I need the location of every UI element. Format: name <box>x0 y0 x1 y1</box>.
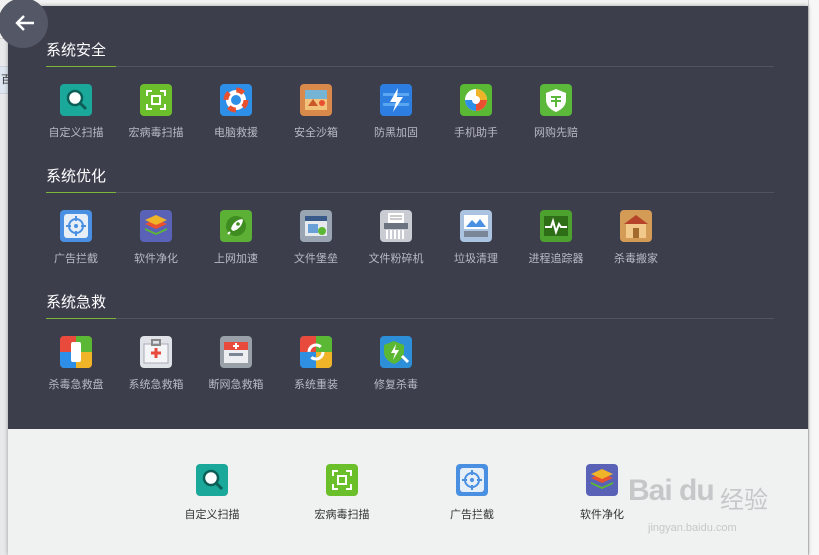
arrow-left-icon <box>15 15 34 31</box>
pulse-icon <box>540 210 572 242</box>
tool-label: 系统重装 <box>294 378 338 391</box>
tool-label: 杀毒急救盘 <box>48 378 104 391</box>
tool-label: 网购先赔 <box>534 126 578 139</box>
tool-label: 宏病毒扫描 <box>128 126 184 139</box>
section-title-optimize: 系统优化 <box>46 167 107 185</box>
ad-block-icon <box>60 210 92 242</box>
house-icon <box>620 210 652 242</box>
tool-label: 上网加速 <box>214 252 258 265</box>
magnifier-icon <box>60 84 92 116</box>
layers-icon <box>140 210 172 242</box>
tool-file-fortress[interactable]: 文件堡垒 <box>276 210 356 266</box>
section-divider-accent <box>46 66 116 67</box>
reinstall-icon <box>300 336 332 368</box>
tool-label: 系统急救箱 <box>128 378 184 391</box>
cleanup-icon <box>460 210 492 242</box>
tools-dark-area: 系统安全 自定义扫描 宏病毒扫描 电脑救援 安全沙箱 防黑加固 手机助手 网购先… <box>0 0 808 429</box>
tool-file-shredder[interactable]: 文件粉碎机 <box>356 210 436 266</box>
first-aid-box-icon <box>140 336 172 368</box>
lightning-shield-icon <box>380 84 412 116</box>
file-fortress-icon <box>300 210 332 242</box>
quick-tool-custom-scan[interactable]: 自定义扫描 <box>172 464 252 522</box>
tool-label: 安全沙箱 <box>294 126 338 139</box>
quick-tool-label: 宏病毒扫描 <box>314 508 370 521</box>
tool-phone-assistant[interactable]: 手机助手 <box>436 84 516 140</box>
tool-label: 广告拦截 <box>54 252 98 265</box>
tool-label: 防黑加固 <box>374 126 418 139</box>
tool-sandbox[interactable]: 安全沙箱 <box>276 84 356 140</box>
tool-label: 垃圾清理 <box>454 252 498 265</box>
usb-drive-icon <box>60 336 92 368</box>
tool-anti-hack[interactable]: 防黑加固 <box>356 84 436 140</box>
tool-label: 进程追踪器 <box>528 252 584 265</box>
quick-tool-label: 广告拦截 <box>450 508 494 521</box>
tool-label: 电脑救援 <box>214 126 258 139</box>
tool-macro-virus-scan[interactable]: 宏病毒扫描 <box>116 84 196 140</box>
tool-system-rescue-box[interactable]: 系统急救箱 <box>116 336 196 392</box>
tools-panel: 系统安全 自定义扫描 宏病毒扫描 电脑救援 安全沙箱 防黑加固 手机助手 网购先… <box>0 0 808 555</box>
watermark-brand: Bai du <box>628 474 715 507</box>
section-divider-accent <box>46 318 116 319</box>
magnifier-icon <box>196 464 228 496</box>
section-divider-accent <box>46 192 116 193</box>
quick-tool-macro-virus-scan[interactable]: 宏病毒扫描 <box>302 464 382 522</box>
shield-green-icon <box>540 84 572 116</box>
tool-label: 断网急救箱 <box>208 378 264 391</box>
tool-label: 文件堡垒 <box>294 252 338 265</box>
watermark-url: jingyan.baidu.com <box>648 522 737 534</box>
tool-system-reinstall[interactable]: 系统重装 <box>276 336 356 392</box>
section-divider <box>46 66 774 67</box>
tool-garbage-cleanup[interactable]: 垃圾清理 <box>436 210 516 266</box>
tool-label: 文件粉碎机 <box>368 252 424 265</box>
tool-process-tracker[interactable]: 进程追踪器 <box>516 210 596 266</box>
section-divider <box>46 318 774 319</box>
tool-label: 手机助手 <box>454 126 498 139</box>
tool-rescue-disk[interactable]: 杀毒急救盘 <box>36 336 116 392</box>
tool-label: 软件净化 <box>134 252 178 265</box>
repair-shield-icon <box>380 336 412 368</box>
quick-tool-label: 自定义扫描 <box>184 508 240 521</box>
tool-ad-block[interactable]: 广告拦截 <box>36 210 116 266</box>
section-title-security: 系统安全 <box>46 41 107 59</box>
section-title-rescue: 系统急救 <box>46 293 107 311</box>
ad-block-icon <box>456 464 488 496</box>
tool-custom-scan[interactable]: 自定义扫描 <box>36 84 116 140</box>
shredder-icon <box>380 210 412 242</box>
network-aid-box-icon <box>220 336 252 368</box>
tool-net-accelerate[interactable]: 上网加速 <box>196 210 276 266</box>
layers-icon <box>586 464 618 496</box>
watermark-text: 经验 <box>720 487 768 514</box>
quick-tool-label: 软件净化 <box>580 508 624 521</box>
tool-label: 杀毒搬家 <box>614 252 658 265</box>
tool-label: 修复杀毒 <box>374 378 418 391</box>
browser-scrollbar-background <box>808 0 819 555</box>
back-button[interactable] <box>0 0 48 48</box>
quick-tool-ad-block[interactable]: 广告拦截 <box>432 464 512 522</box>
qr-scan-icon <box>326 464 358 496</box>
tool-network-rescue-box[interactable]: 断网急救箱 <box>196 336 276 392</box>
colorful-ball-icon <box>460 84 492 116</box>
rocket-icon <box>220 210 252 242</box>
tool-label: 自定义扫描 <box>48 126 104 139</box>
tool-software-clean[interactable]: 软件净化 <box>116 210 196 266</box>
qr-scan-icon <box>140 84 172 116</box>
lifebuoy-icon <box>220 84 252 116</box>
tool-antivirus-move[interactable]: 杀毒搬家 <box>596 210 676 266</box>
section-divider <box>46 192 774 193</box>
tool-shopping-guarantee[interactable]: 网购先赔 <box>516 84 596 140</box>
tool-pc-rescue[interactable]: 电脑救援 <box>196 84 276 140</box>
sandbox-icon <box>300 84 332 116</box>
tool-repair-antivirus[interactable]: 修复杀毒 <box>356 336 436 392</box>
